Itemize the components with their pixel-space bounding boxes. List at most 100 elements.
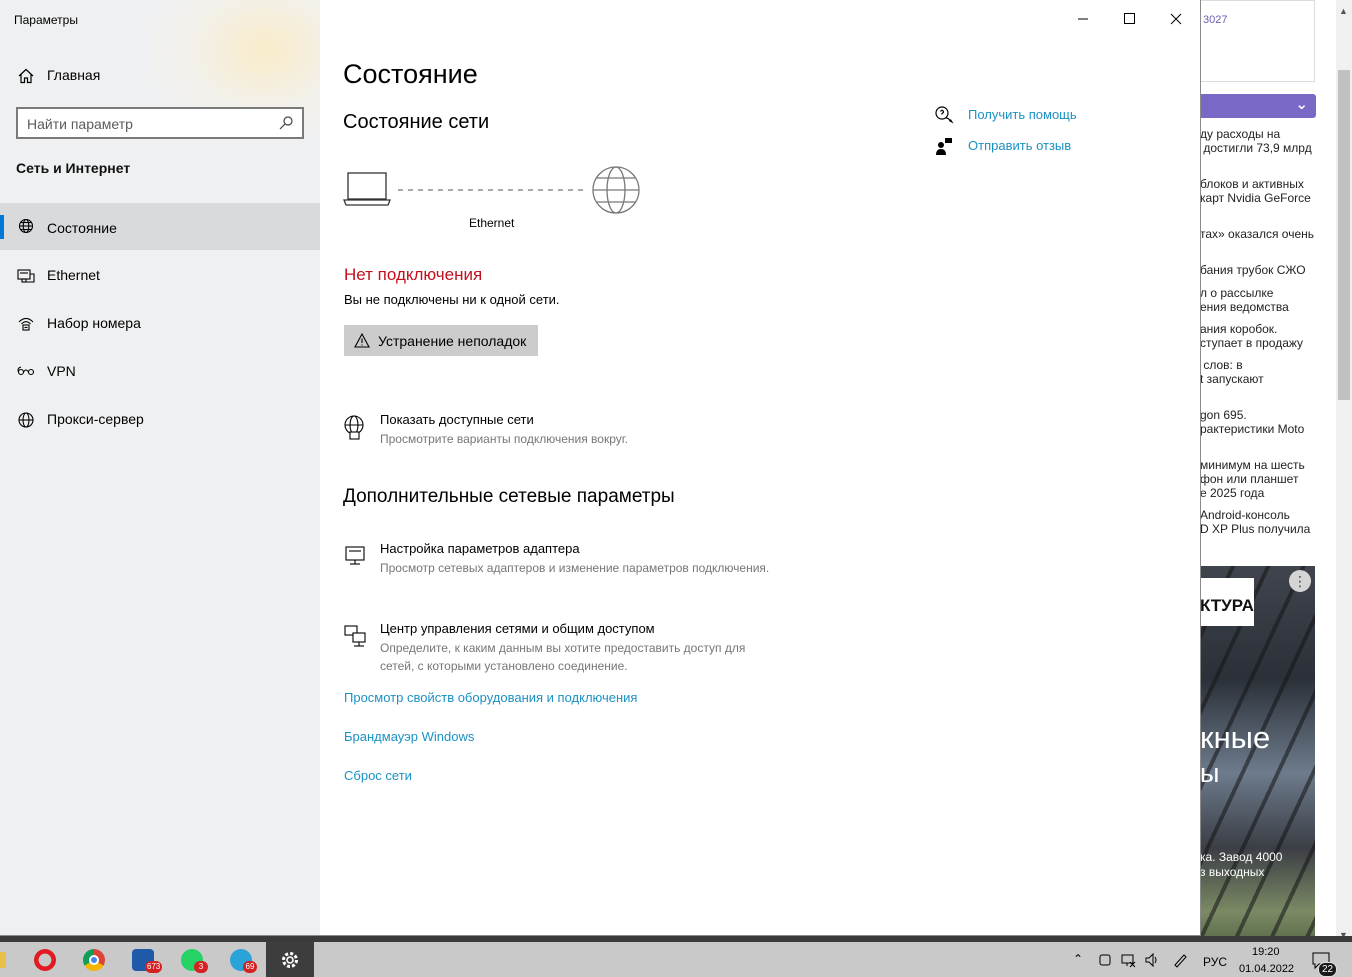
taskbar-mail[interactable]: 673 xyxy=(119,942,167,977)
send-feedback-label: Отправить отзыв xyxy=(968,138,1072,153)
vpn-icon xyxy=(17,366,35,376)
more-options-icon[interactable]: ⋮ xyxy=(1289,570,1311,592)
input-language[interactable]: РУС xyxy=(1203,955,1227,969)
hardware-properties-link[interactable]: Просмотр свойств оборудования и подключе… xyxy=(344,690,637,705)
pen-icon[interactable] xyxy=(1172,952,1188,968)
sharing-center-desc: Определите, к каким данным вы хотите пре… xyxy=(380,641,746,673)
news-item[interactable]: gon 695. рактеристики Moto xyxy=(1200,408,1304,436)
minimize-button[interactable] xyxy=(1060,0,1106,38)
news-item[interactable]: слов: в t запускают xyxy=(1200,358,1264,386)
page-title: Состояние xyxy=(343,59,478,89)
background-card-number: 3027 xyxy=(1203,14,1228,26)
minimize-icon xyxy=(1078,18,1088,20)
network-status-heading: Состояние сети xyxy=(343,111,490,133)
sidebar-item-ethernet[interactable]: Ethernet xyxy=(0,256,320,296)
network-reset-link[interactable]: Сброс сети xyxy=(344,768,412,783)
sidebar-item-label: Набор номера xyxy=(47,315,141,331)
news-item[interactable]: бания трубок СЖО xyxy=(1200,263,1306,277)
home-label: Главная xyxy=(47,67,101,83)
taskbar-settings[interactable] xyxy=(266,942,314,977)
sidebar-item-label: Состояние xyxy=(47,220,117,236)
taskbar: 673 3 69 ⌃ РУС 19:20 01.04.2022 22 xyxy=(0,942,1352,977)
adapter-settings-link[interactable]: Настройка параметров адаптера Просмотр с… xyxy=(342,541,802,597)
internet-globe-icon xyxy=(592,166,640,214)
show-networks-title: Показать доступные сети xyxy=(380,412,534,427)
sharing-center-title: Центр управления сетями и общим доступом xyxy=(380,621,655,636)
settings-window: Параметры Главная Сеть и Интернет Состоя… xyxy=(0,0,1201,936)
sidebar-item-label: Ethernet xyxy=(47,267,100,283)
news-item[interactable]: тах» оказался очень xyxy=(1200,227,1314,241)
adapter-icon xyxy=(345,546,365,565)
get-help-link[interactable]: Получить помощь xyxy=(934,104,1134,126)
network-globe-icon xyxy=(344,415,364,440)
clock-time[interactable]: 19:20 xyxy=(1252,946,1280,958)
close-button[interactable] xyxy=(1152,0,1198,38)
sharing-center-icon xyxy=(344,625,366,647)
explorer-edge-icon[interactable] xyxy=(0,952,6,968)
ad-caption: ка. Завод 4000 з выходных xyxy=(1200,850,1283,879)
maximize-icon xyxy=(1124,13,1135,24)
browser-scrollbar[interactable]: ▲ ▼ xyxy=(1336,0,1352,942)
search-box[interactable] xyxy=(16,107,304,139)
close-icon xyxy=(1170,13,1182,25)
search-input[interactable] xyxy=(27,114,267,134)
sidebar: Параметры Главная Сеть и Интернет Состоя… xyxy=(0,0,320,935)
adapter-settings-desc: Просмотр сетевых адаптеров и изменение п… xyxy=(380,561,770,575)
opera-icon xyxy=(34,949,56,971)
volume-icon[interactable] xyxy=(1144,952,1160,968)
gear-icon xyxy=(282,952,298,968)
home-button[interactable]: Главная xyxy=(0,56,320,96)
scrollbar-thumb[interactable] xyxy=(1338,70,1350,400)
firewall-link[interactable]: Брандмауэр Windows xyxy=(344,729,474,744)
news-item[interactable]: ду расходы на достигли 73,9 млрд xyxy=(1200,127,1312,155)
sidebar-item-status[interactable]: Состояние xyxy=(0,203,320,250)
sidebar-item-dialup[interactable]: Набор номера xyxy=(0,304,320,344)
chevron-up-icon[interactable]: ⌃ xyxy=(1073,952,1089,968)
taskbar-opera[interactable] xyxy=(21,942,69,977)
ad-headline-2: ы xyxy=(1200,758,1220,788)
advanced-settings-heading: Дополнительные сетевые параметры xyxy=(343,486,675,507)
sidebar-item-proxy[interactable]: Прокси-сервер xyxy=(0,400,320,440)
meet-now-icon[interactable] xyxy=(1097,952,1113,968)
chevron-down-icon: ⌄ xyxy=(1295,96,1308,113)
window-caption-buttons xyxy=(1060,0,1200,38)
ad-sign: КТУРА xyxy=(1200,578,1254,626)
active-indicator xyxy=(0,215,4,239)
sidebar-item-vpn[interactable]: VPN xyxy=(0,352,320,392)
news-item[interactable]: блоков и активных карт Nvidia GeForce xyxy=(1200,177,1311,205)
telegram-badge: 69 xyxy=(243,961,257,973)
taskbar-telegram[interactable]: 69 xyxy=(217,942,265,977)
news-item[interactable]: л о рассылке ения ведомства xyxy=(1200,286,1289,314)
section-title: Сеть и Интернет xyxy=(16,160,131,176)
show-networks-link[interactable]: Показать доступные сети Просмотрите вари… xyxy=(342,412,802,452)
chrome-icon xyxy=(83,949,105,971)
scroll-up-icon[interactable]: ▲ xyxy=(1339,6,1348,16)
background-card xyxy=(1200,0,1315,82)
maximize-button[interactable] xyxy=(1106,0,1152,38)
connection-status: Нет подключения xyxy=(344,265,483,284)
globe-icon xyxy=(18,412,34,428)
help-chat-icon xyxy=(935,106,954,124)
send-feedback-link[interactable]: Отправить отзыв xyxy=(934,135,1134,157)
ethernet-icon xyxy=(17,269,35,283)
taskbar-chrome[interactable] xyxy=(70,942,118,977)
get-help-label: Получить помощь xyxy=(968,107,1077,122)
sharing-center-link[interactable]: Центр управления сетями и общим доступом… xyxy=(342,621,802,677)
troubleshoot-button[interactable]: Устранение неполадок xyxy=(344,325,538,356)
window-title: Параметры xyxy=(14,13,78,27)
notification-count: 22 xyxy=(1318,962,1338,977)
news-item[interactable]: Android-консоль D XP Plus получила xyxy=(1200,508,1310,536)
dialup-icon xyxy=(18,317,34,331)
clock-date[interactable]: 01.04.2022 xyxy=(1239,963,1294,975)
diagram-label: Ethernet xyxy=(469,216,515,230)
warning-icon xyxy=(354,333,370,348)
news-item[interactable]: минимум на шесть фон или планшет е 2025 … xyxy=(1200,458,1305,500)
search-icon[interactable] xyxy=(278,115,294,131)
news-item[interactable]: ания коробок. ступает в продажу xyxy=(1200,322,1303,350)
network-tray-icon[interactable] xyxy=(1120,952,1136,968)
background-dropdown-bar[interactable]: ⌄ xyxy=(1200,94,1316,118)
globe-monitor-icon xyxy=(18,218,34,234)
adapter-settings-title: Настройка параметров адаптера xyxy=(380,541,580,556)
ad-banner[interactable]: КТУРА ⋮ кные ы ка. Завод 4000 з выходных xyxy=(1200,566,1315,942)
taskbar-whatsapp[interactable]: 3 xyxy=(168,942,216,977)
